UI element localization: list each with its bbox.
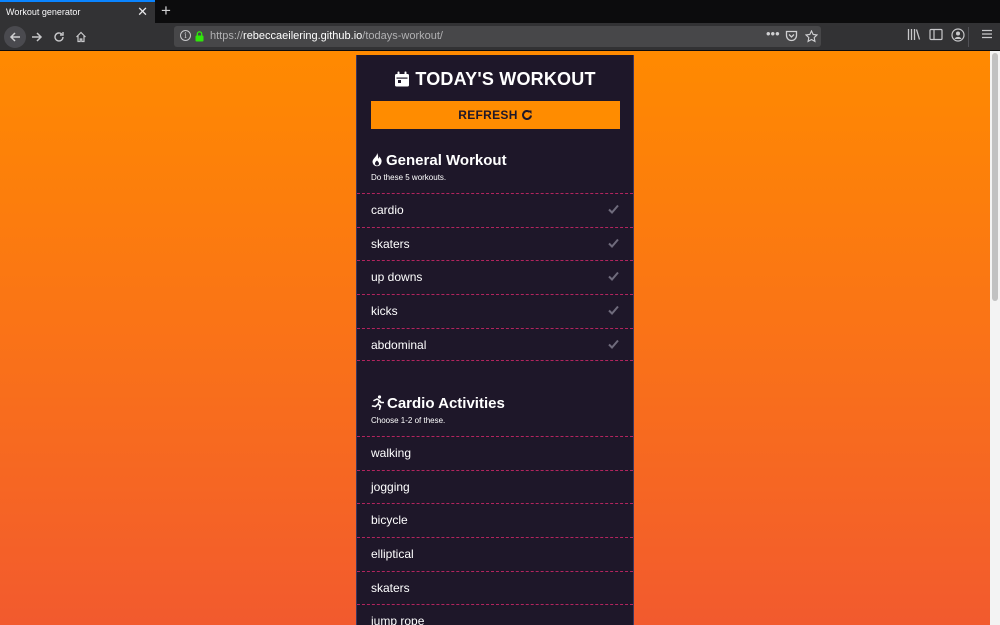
list-item[interactable]: jogging	[357, 469, 633, 504]
new-tab-button[interactable]: +	[161, 1, 171, 21]
cardio-activities-title-text: Cardio Activities	[387, 395, 505, 412]
list-item[interactable]: abdominal	[357, 327, 633, 362]
reload-button[interactable]	[49, 27, 69, 47]
page-title-text: TODAY'S WORKOUT	[415, 69, 596, 89]
lock-icon	[195, 31, 204, 42]
general-workout-title-text: General Workout	[386, 152, 507, 169]
toolbar-divider	[968, 27, 969, 47]
refresh-icon	[521, 110, 532, 120]
item-label: jump rope	[371, 614, 425, 625]
item-label: cardio	[371, 203, 404, 217]
list-item[interactable]: skaters	[357, 570, 633, 605]
cardio-activities-subtitle: Choose 1-2 of these.	[371, 416, 446, 425]
url-host: rebeccaeilering.github.io	[243, 30, 363, 42]
page-title: TODAY'S WORKOUT	[357, 69, 633, 90]
account-icon	[951, 28, 965, 42]
cardio-activities-title: Cardio Activities	[371, 395, 505, 412]
home-icon	[76, 31, 86, 43]
reload-icon	[54, 32, 64, 42]
forward-button[interactable]	[27, 27, 47, 47]
tab-title: Workout generator	[6, 7, 81, 17]
pocket-icon	[785, 30, 798, 42]
site-info-icon[interactable]: i	[180, 30, 191, 41]
item-label: abdominal	[371, 337, 427, 352]
checkmark-icon	[608, 238, 619, 248]
list-item[interactable]: elliptical	[357, 537, 633, 571]
list-item[interactable]: jump rope	[357, 604, 633, 625]
checkmark-icon	[608, 339, 619, 349]
forward-arrow-icon	[32, 32, 43, 42]
general-workout-title: General Workout	[371, 152, 507, 169]
cardio-activities-list: walking jogging bicycle elliptical skate…	[357, 436, 633, 625]
url-scheme: https://	[210, 30, 244, 42]
cardio-activities-header: Cardio Activities Choose 1-2 of these.	[357, 395, 633, 436]
home-button[interactable]	[71, 27, 91, 47]
general-workout-list: cardio skaters up downs kicks abdominal	[357, 193, 633, 362]
hamburger-menu-icon	[982, 29, 992, 39]
navigation-toolbar: i https://rebeccaeilering.github.io/toda…	[0, 23, 1000, 51]
list-item[interactable]: walking	[357, 436, 633, 470]
general-workout-header: General Workout Do these 5 workouts.	[357, 152, 633, 193]
close-tab-icon[interactable]: ✕	[137, 4, 148, 20]
library-icon	[907, 29, 921, 40]
page-viewport: TODAY'S WORKOUT REFRESH General Workout …	[0, 51, 990, 625]
url-path: /todays-workout/	[362, 30, 443, 42]
checkmark-icon	[608, 305, 619, 316]
item-label: skaters	[371, 580, 410, 595]
workout-panel: TODAY'S WORKOUT REFRESH General Workout …	[356, 55, 634, 625]
refresh-label: REFRESH	[458, 108, 518, 122]
url-text[interactable]: https://rebeccaeilering.github.io/todays…	[210, 30, 443, 42]
page-actions-icon[interactable]: •••	[766, 26, 780, 41]
item-label: walking	[371, 446, 412, 460]
list-item[interactable]: skaters	[357, 226, 633, 261]
list-item[interactable]: cardio	[357, 193, 633, 227]
sidebar-icon	[929, 28, 943, 41]
back-button[interactable]	[4, 26, 26, 48]
flame-icon	[372, 153, 382, 167]
address-bar[interactable]: i https://rebeccaeilering.github.io/toda…	[174, 26, 821, 47]
running-icon	[371, 395, 385, 411]
general-workout-section: General Workout Do these 5 workouts. car…	[357, 152, 633, 362]
list-item[interactable]: bicycle	[357, 503, 633, 537]
refresh-button[interactable]: REFRESH	[371, 101, 620, 129]
item-label: up downs	[371, 270, 423, 285]
item-label: skaters	[371, 236, 410, 251]
page-scrollbar[interactable]	[990, 51, 1000, 625]
list-item[interactable]: kicks	[357, 294, 633, 328]
scrollbar-thumb[interactable]	[992, 53, 998, 301]
general-workout-subtitle: Do these 5 workouts.	[371, 173, 447, 182]
item-label: bicycle	[371, 513, 408, 528]
item-label: elliptical	[371, 547, 414, 562]
tab-workout-generator[interactable]: Workout generator ✕	[0, 0, 155, 23]
item-label: jogging	[371, 479, 410, 494]
bookmark-star-icon	[805, 30, 818, 43]
cardio-activities-section: Cardio Activities Choose 1-2 of these. w…	[357, 395, 633, 625]
back-arrow-icon	[9, 32, 20, 42]
checkmark-icon	[608, 204, 619, 214]
list-item[interactable]: up downs	[357, 260, 633, 294]
tab-bar: Workout generator ✕ +	[0, 0, 1000, 23]
calendar-icon	[395, 71, 410, 87]
item-label: kicks	[371, 304, 398, 319]
checkmark-icon	[608, 272, 619, 282]
